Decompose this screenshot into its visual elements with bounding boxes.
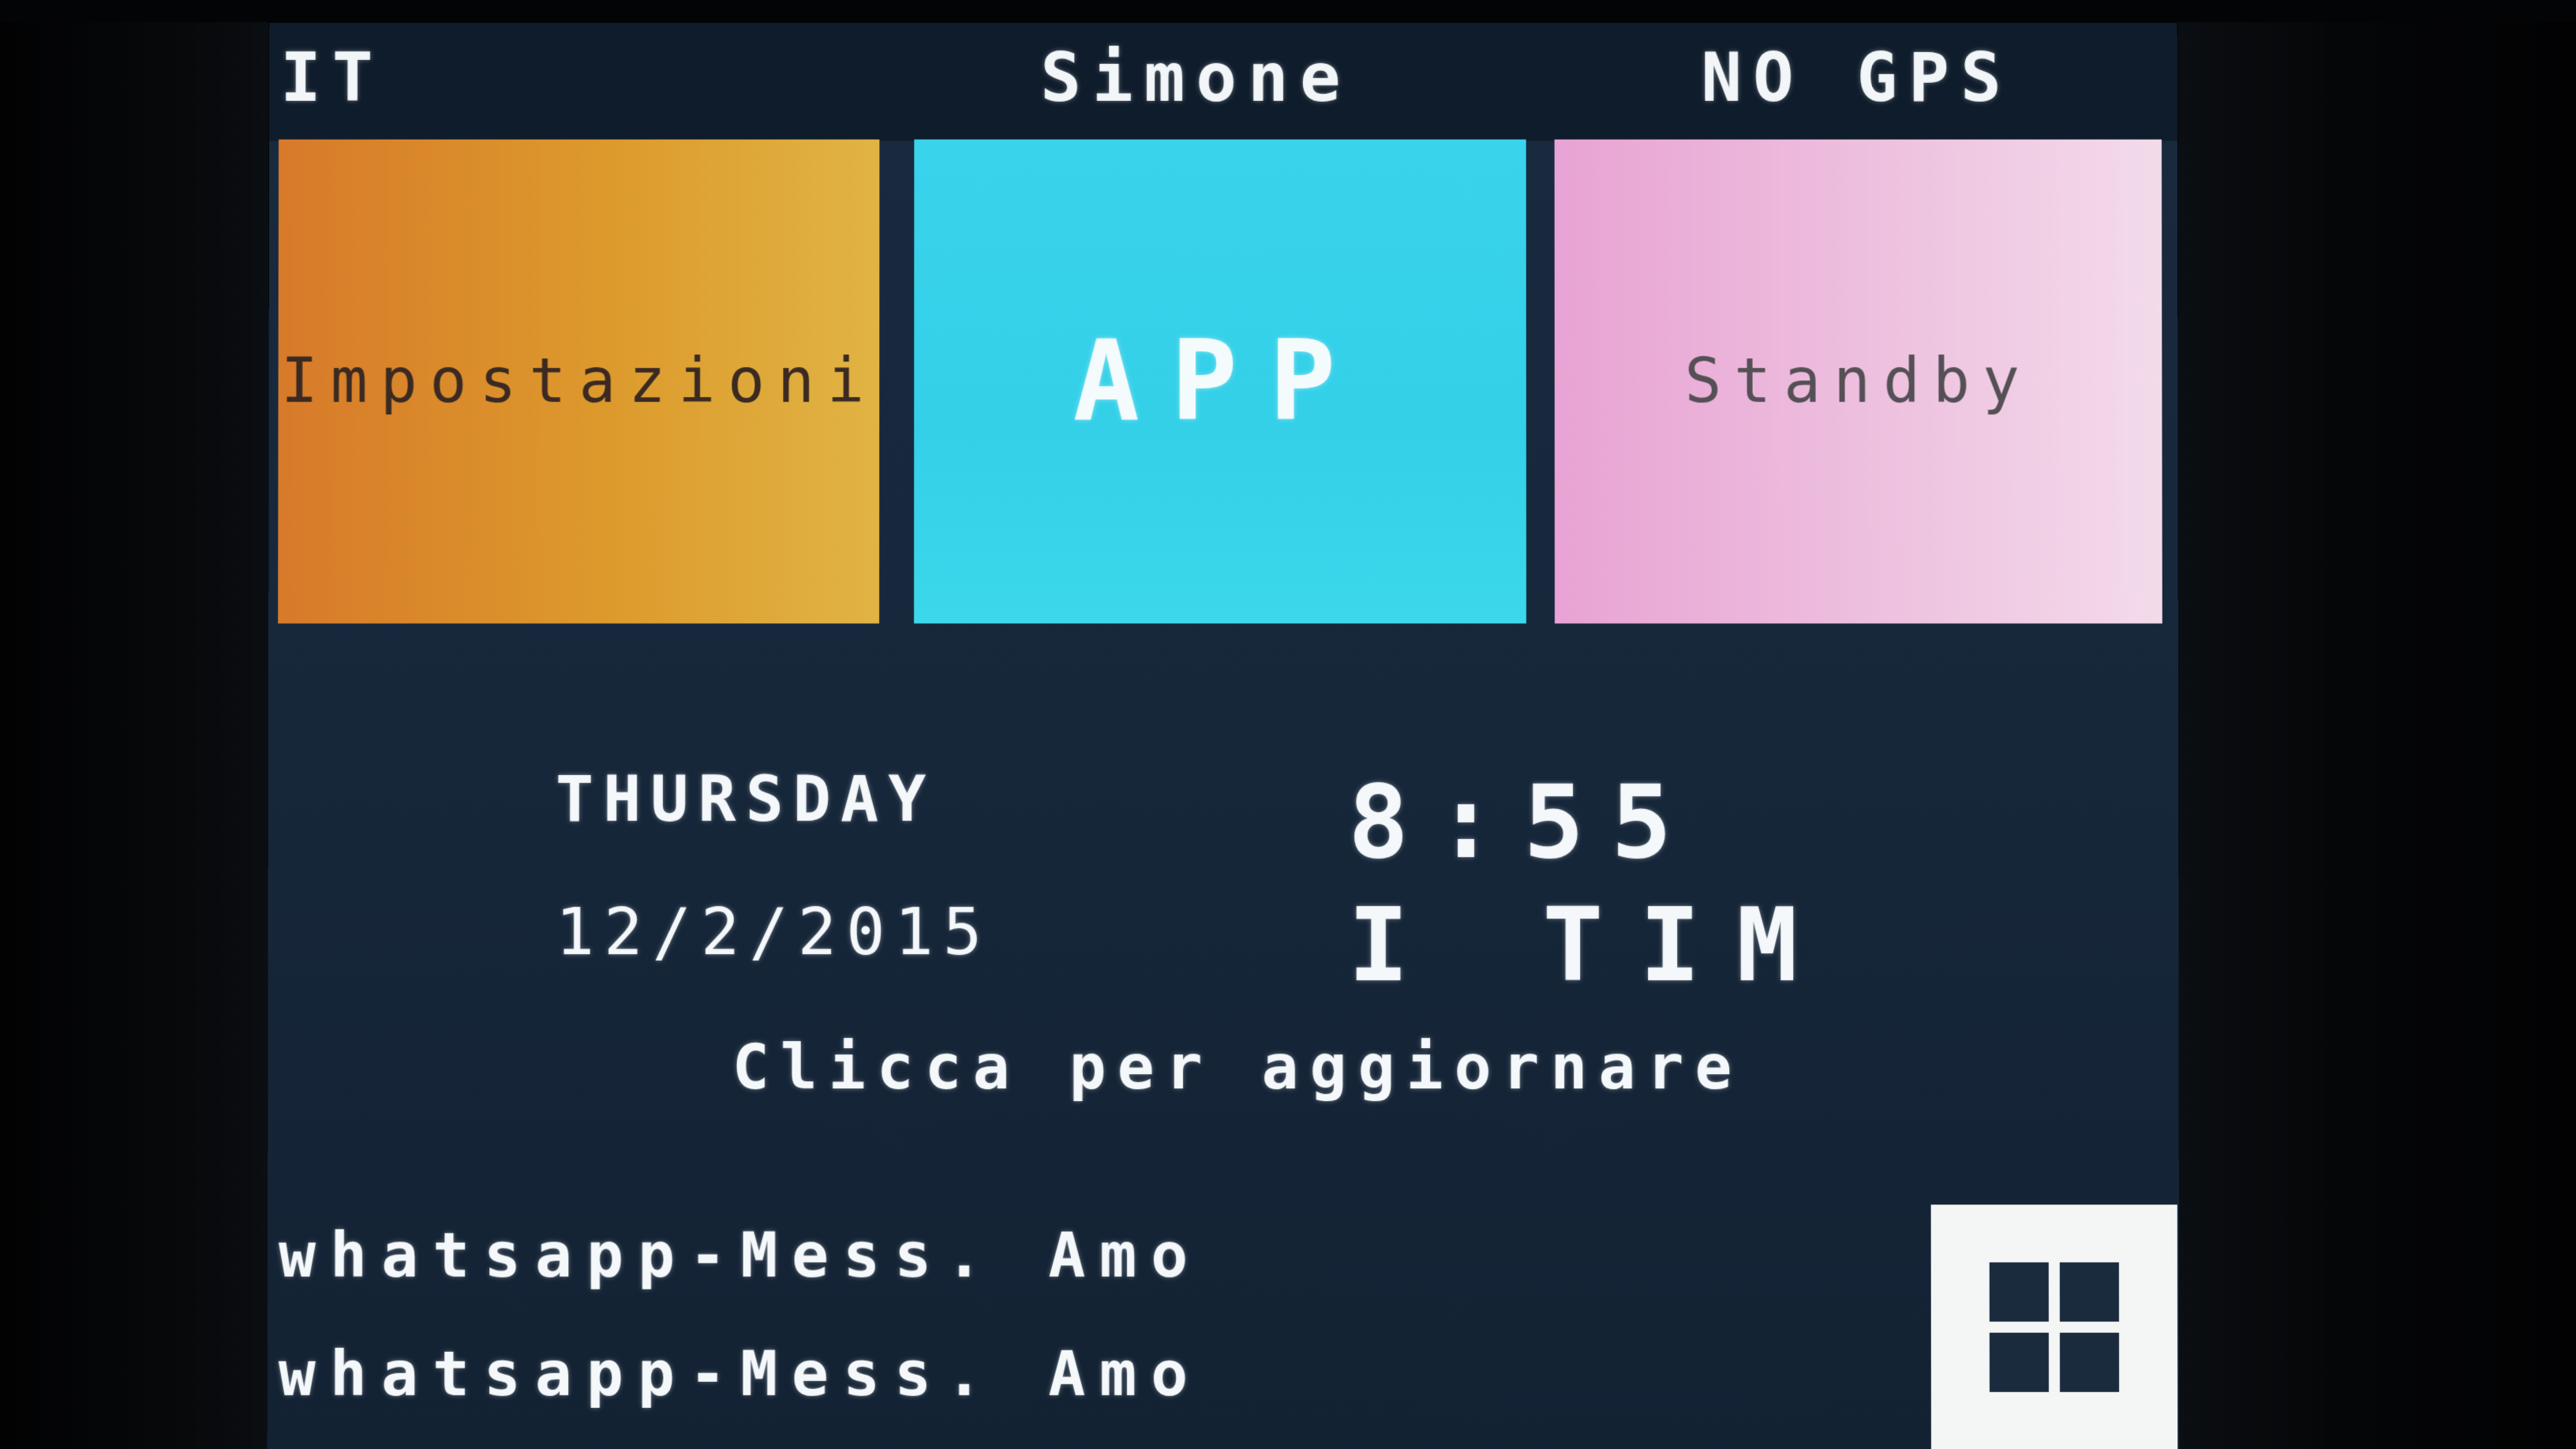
language-indicator: IT [280,38,384,118]
settings-tile-label: Impostazioni [280,346,878,417]
app-tile[interactable]: APP [914,139,1526,624]
refresh-hint-button[interactable]: Clicca per aggiornare [732,1032,1743,1103]
device-bezel-top [0,0,2576,22]
device-screen: IT Simone NO GPS Impostazioni APP Standb… [267,22,2180,1449]
app-tile-label: APP [1073,316,1368,446]
device-bezel-right [2178,0,2576,1449]
date-label: 12/2/2015 [555,895,992,971]
notification-item[interactable]: whatsapp-Mess. Amo [279,1220,1202,1291]
user-name: Simone [1040,38,1352,118]
settings-tile[interactable]: Impostazioni [278,139,880,624]
gps-status: NO GPS [1701,38,2012,118]
weekday-label: THURSDAY [555,762,936,837]
standby-tile-label: Standby [1684,346,2032,417]
start-menu-button[interactable] [1930,1204,2178,1449]
notification-item[interactable]: whatsapp-Mess. Amo [279,1339,1202,1410]
status-bar: IT Simone NO GPS [269,22,2177,141]
standby-tile[interactable]: Standby [1554,139,2162,624]
carrier-name: I TIM [1348,887,1834,1005]
windows-grid-icon [1989,1262,2120,1392]
device-bezel-left [0,0,268,1449]
clock-time: 8:55 [1348,764,1699,882]
